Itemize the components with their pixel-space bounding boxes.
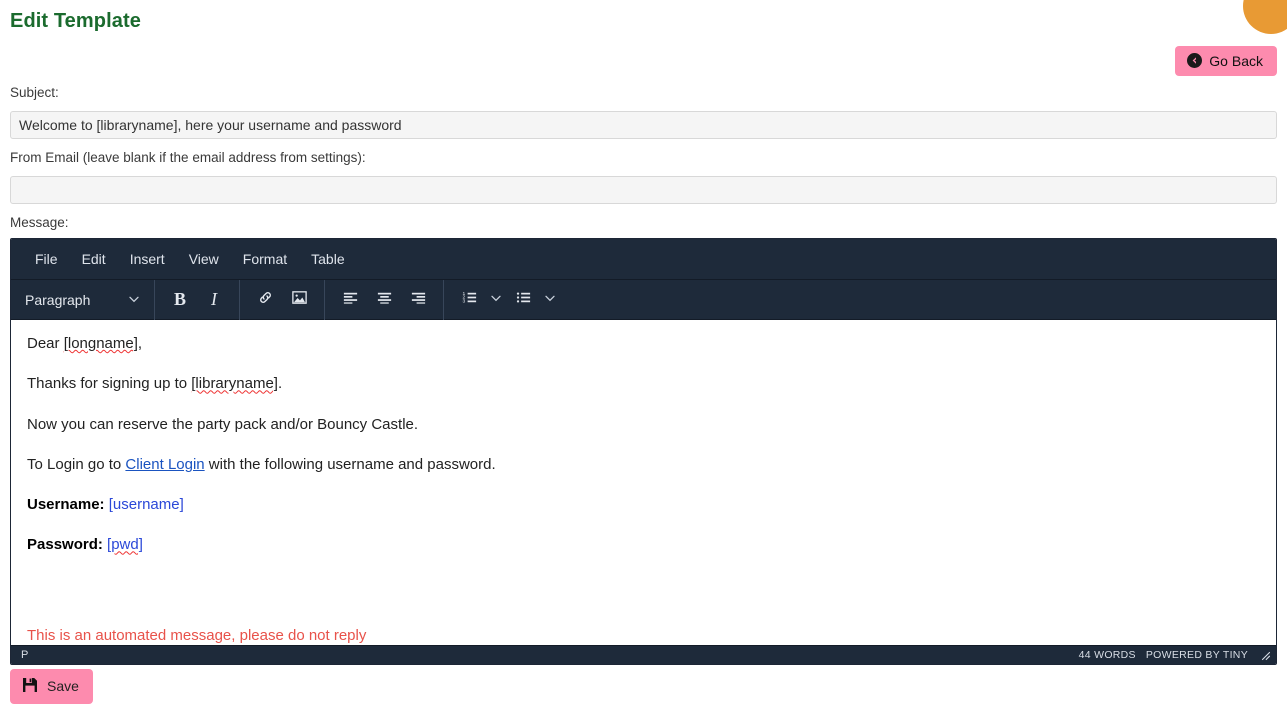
token-longname: [longname] <box>63 335 138 352</box>
svg-text:3: 3 <box>462 298 465 304</box>
menu-insert[interactable]: Insert <box>118 247 177 271</box>
chevron-down-icon <box>544 291 556 309</box>
bold-button[interactable]: B <box>163 285 197 315</box>
content-line-login: To Login go to Client Login with the fol… <box>27 453 1260 476</box>
arrow-circle-left-icon <box>1187 53 1203 68</box>
format-select-value: Paragraph <box>25 291 91 308</box>
ordered-list-caret[interactable] <box>486 285 506 315</box>
chevron-down-icon <box>490 291 502 309</box>
resize-handle-icon[interactable] <box>1258 648 1272 662</box>
editor-toolbar: Paragraph B I 1 2 3 <box>11 279 1276 320</box>
from-email-input[interactable] <box>10 176 1277 204</box>
client-login-link[interactable]: Client Login <box>125 456 204 473</box>
format-select[interactable]: Paragraph <box>21 287 146 313</box>
from-email-label: From Email (leave blank if the email add… <box>10 150 366 165</box>
align-center-button[interactable] <box>367 285 401 315</box>
menu-file[interactable]: File <box>23 247 70 271</box>
editor-statusbar: P 44 WORDS POWERED BY TINY <box>11 645 1276 664</box>
content-line-thanks: Thanks for signing up to [libraryname]. <box>27 372 1260 395</box>
toolbar-group-align <box>325 279 444 320</box>
subject-input[interactable] <box>10 111 1277 139</box>
align-left-icon <box>342 289 359 311</box>
password-label: Password: <box>27 536 103 554</box>
menu-table[interactable]: Table <box>299 247 356 271</box>
link-button[interactable] <box>248 285 282 315</box>
link-icon <box>257 289 274 311</box>
login-suffix: with the following username and password… <box>204 455 496 473</box>
menu-view[interactable]: View <box>177 247 231 271</box>
subject-label: Subject: <box>10 85 59 100</box>
editor-menubar: File Edit Insert View Format Table <box>11 239 1276 280</box>
content-line-reserve: Now you can reserve the party pack and/o… <box>27 415 419 433</box>
image-button[interactable] <box>282 285 316 315</box>
token-username: [username] <box>108 496 184 513</box>
greeting-suffix: , <box>137 335 143 352</box>
save-label: Save <box>47 678 79 694</box>
thanks-suffix: . <box>277 375 283 393</box>
statusbar-right: 44 WORDS POWERED BY TINY <box>1079 648 1272 662</box>
content-spacer <box>27 574 1260 597</box>
token-libraryname: [libraryname] <box>191 375 278 393</box>
save-button[interactable]: Save <box>10 669 93 704</box>
editor-content-area[interactable]: Dear [longname], Thanks for signing up t… <box>11 320 1276 645</box>
image-icon <box>291 289 308 311</box>
go-back-label: Go Back <box>1209 52 1263 69</box>
greeting-prefix: Dear <box>27 335 64 352</box>
chevron-down-icon <box>128 292 140 308</box>
toolbar-group-lists: 123 <box>444 280 568 320</box>
username-label: Username: <box>27 496 105 513</box>
page-title: Edit Template <box>10 10 141 32</box>
content-line-username: Username: [username] <box>27 493 1260 516</box>
italic-button[interactable]: I <box>197 285 231 315</box>
toolbar-group-format: Paragraph <box>11 279 155 320</box>
align-right-icon <box>410 289 427 311</box>
toolbar-group-insert <box>240 279 325 320</box>
token-pwd: [pwd] <box>107 536 143 554</box>
tiny-branding[interactable]: POWERED BY TINY <box>1146 649 1248 661</box>
content-line-greeting: Dear [longname], <box>27 332 1260 355</box>
menu-edit[interactable]: Edit <box>70 247 118 271</box>
message-label: Message: <box>10 215 69 230</box>
content-line-password: Password: [pwd] <box>27 533 1260 556</box>
align-center-icon <box>376 289 393 311</box>
login-prefix: To Login go to <box>27 455 126 473</box>
unordered-list-button[interactable] <box>506 285 540 315</box>
rich-text-editor: File Edit Insert View Format Table Parag… <box>10 238 1277 665</box>
word-count[interactable]: 44 WORDS <box>1079 649 1136 661</box>
align-right-button[interactable] <box>401 285 435 315</box>
unordered-list-caret[interactable] <box>540 285 560 315</box>
ordered-list-icon: 123 <box>461 289 478 311</box>
thanks-prefix: Thanks for signing up to <box>27 375 192 393</box>
menu-format[interactable]: Format <box>231 247 299 271</box>
edit-template-page: Edit Template Go Back Subject: From Emai… <box>0 0 1287 717</box>
align-left-button[interactable] <box>333 285 367 315</box>
orange-circle-decoration <box>1243 0 1287 34</box>
go-back-button[interactable]: Go Back <box>1175 46 1277 76</box>
unordered-list-icon <box>515 289 532 311</box>
content-line-automated-note: This is an automated message, please do … <box>27 626 367 644</box>
ordered-list-button[interactable]: 123 <box>452 285 486 315</box>
element-path[interactable]: P <box>21 649 29 661</box>
floppy-disk-save-icon <box>22 677 38 695</box>
toolbar-group-styles: B I <box>155 279 240 320</box>
